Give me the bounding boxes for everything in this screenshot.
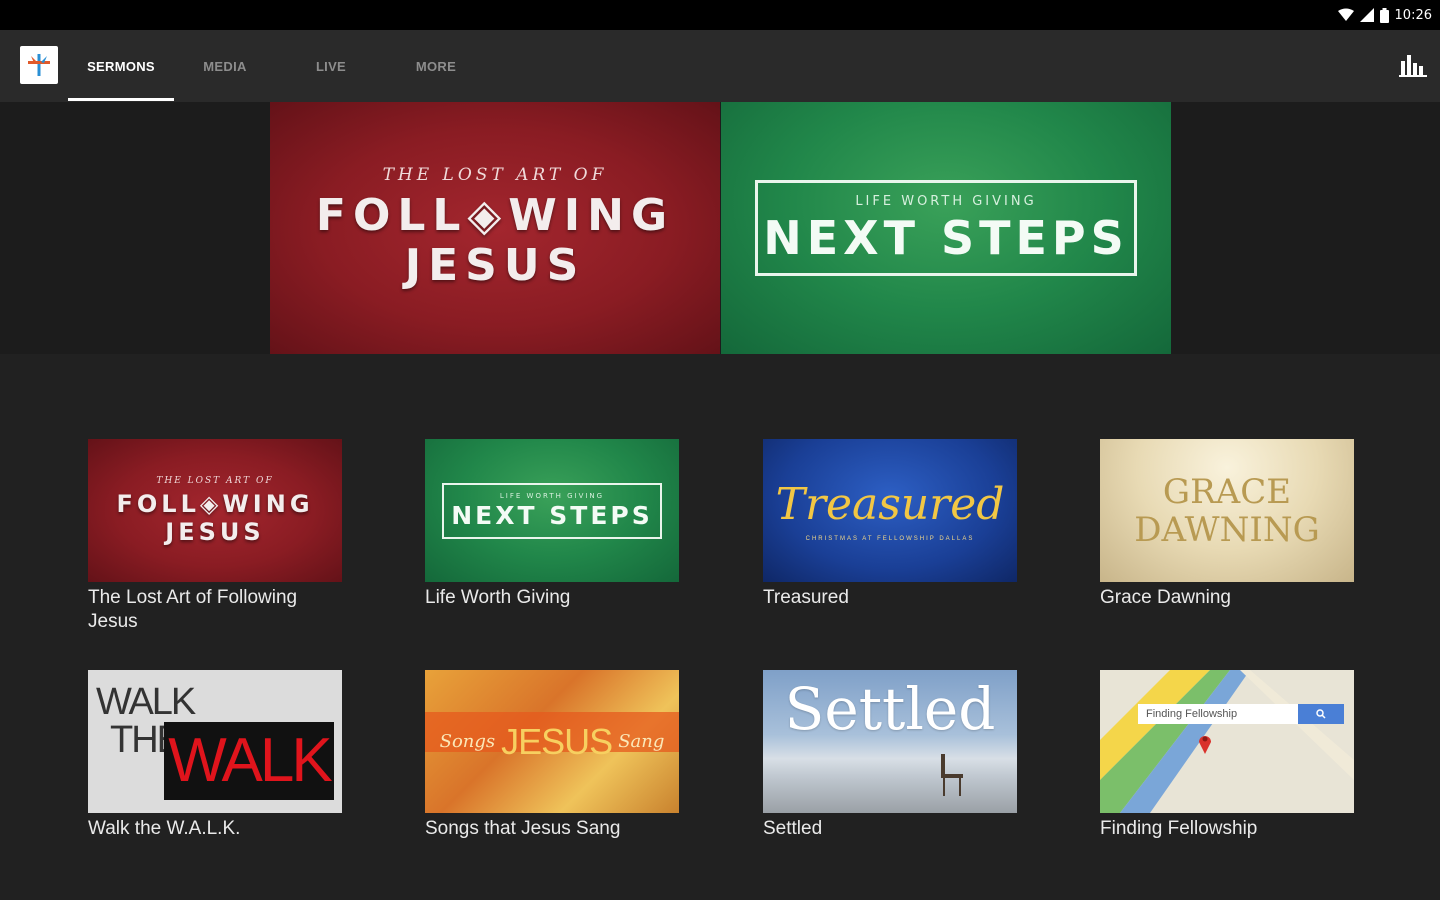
series-title: Finding Fellowship <box>1100 818 1258 839</box>
art-line1: Songs <box>439 731 496 752</box>
series-card[interactable]: Finding Fellowship Finding Fellowship <box>1100 670 1354 841</box>
art-overline: THE LOST ART OF <box>156 475 274 486</box>
status-time: 10:26 <box>1394 7 1432 23</box>
battery-icon <box>1379 7 1389 23</box>
series-artwork: LIFE WORTH GIVING NEXT STEPS <box>425 439 679 582</box>
hero-title: NEXT STEPS <box>763 210 1129 265</box>
series-title: Songs that Jesus Sang <box>425 818 621 839</box>
art-line2: JESUS <box>501 720 613 762</box>
status-icons: 10:26 <box>1337 6 1432 24</box>
hero-title-line1: FOLL◈WING <box>315 190 675 241</box>
art-line1: Settled <box>784 675 996 743</box>
art-frame: LIFE WORTH GIVING NEXT STEPS <box>442 482 662 539</box>
series-artwork: Finding Fellowship <box>1100 670 1354 813</box>
series-card[interactable]: Settled Settled <box>763 670 1017 841</box>
map-search-button <box>1298 704 1344 724</box>
hero-overline: LIFE WORTH GIVING <box>855 193 1037 209</box>
art-line1: FOLL◈WING <box>116 489 314 518</box>
tab-indicator <box>68 98 174 101</box>
hero-card-following-jesus[interactable]: THE LOST ART OF FOLL◈WING JESUS <box>270 102 720 354</box>
art-line2: JESUS <box>165 517 265 546</box>
hero-title-frame: LIFE WORTH GIVING NEXT STEPS <box>755 180 1137 276</box>
series-title: The Lost Art of Following Jesus <box>88 587 298 632</box>
series-artwork: Settled <box>763 670 1017 813</box>
tab-live[interactable]: LIVE <box>280 30 382 102</box>
art-line1: Treasured <box>775 478 1005 530</box>
church-logo[interactable] <box>20 46 58 84</box>
stats-button[interactable] <box>1398 50 1428 80</box>
series-artwork: Songs JESUS Sang <box>425 670 679 813</box>
map-search-field: Finding Fellowship <box>1138 704 1298 724</box>
art-line1: WALK <box>96 681 196 723</box>
series-title: Treasured <box>763 587 849 608</box>
status-bar: 10:26 <box>0 0 1440 30</box>
app-bar: SERMONS MEDIA LIVE MORE <box>0 30 1440 102</box>
series-title: Life Worth Giving <box>425 587 571 608</box>
series-artwork: GRACE DAWNING <box>1100 439 1354 582</box>
art-overline: LIFE WORTH GIVING <box>499 491 605 500</box>
search-icon <box>1316 709 1326 719</box>
signal-icon <box>1359 8 1374 22</box>
map-illustration <box>1100 670 1354 813</box>
series-title: Settled <box>763 818 823 839</box>
series-card[interactable]: GRACE DAWNING Grace Dawning <box>1100 439 1354 610</box>
series-artwork: WALK THE WALK <box>88 670 342 813</box>
art-line3: WALK <box>168 726 332 795</box>
tab-sermons[interactable]: SERMONS <box>68 30 174 102</box>
chair-icon <box>941 754 963 796</box>
art-subtitle: CHRISTMAS AT FELLOWSHIP DALLAS <box>805 535 975 542</box>
cross-logo-icon <box>28 54 50 76</box>
art-black-box: WALK <box>164 722 334 800</box>
series-artwork: THE LOST ART OF FOLL◈WING JESUS <box>88 439 342 582</box>
hero-overline: THE LOST ART OF <box>382 165 608 185</box>
series-card[interactable]: WALK THE WALK Walk the W.A.L.K. <box>88 670 342 841</box>
art-line1: GRACE <box>1162 471 1292 512</box>
series-artwork: Treasured CHRISTMAS AT FELLOWSHIP DALLAS <box>763 439 1017 582</box>
art-line3: Sang <box>618 731 665 752</box>
hero-card-next-steps[interactable]: LIFE WORTH GIVING NEXT STEPS <box>721 102 1171 354</box>
art-line1: NEXT STEPS <box>451 500 653 530</box>
map-pin-icon <box>1199 736 1211 754</box>
series-title: Grace Dawning <box>1100 587 1231 608</box>
art-line2: DAWNING <box>1134 509 1320 550</box>
series-title: Walk the W.A.L.K. <box>88 818 241 839</box>
wifi-icon <box>1337 8 1354 21</box>
bar-chart-icon <box>1399 55 1427 77</box>
series-card[interactable]: Songs JESUS Sang Songs that Jesus Sang <box>425 670 679 841</box>
hero-title-line2: JESUS <box>404 240 586 291</box>
series-card[interactable]: Treasured CHRISTMAS AT FELLOWSHIP DALLAS… <box>763 439 1017 610</box>
series-card[interactable]: LIFE WORTH GIVING NEXT STEPS Life Worth … <box>425 439 679 610</box>
hero-carousel: THE LOST ART OF FOLL◈WING JESUS LIFE WOR… <box>0 102 1440 354</box>
series-card[interactable]: THE LOST ART OF FOLL◈WING JESUS The Lost… <box>88 439 342 634</box>
tab-more[interactable]: MORE <box>385 30 487 102</box>
tab-media[interactable]: MEDIA <box>174 30 276 102</box>
